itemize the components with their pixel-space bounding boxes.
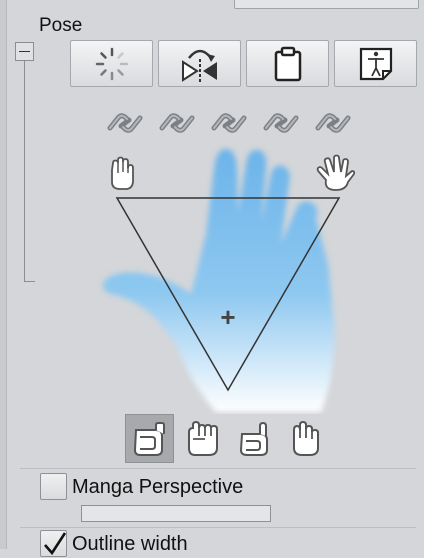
previous-section-button[interactable]	[234, 0, 419, 9]
index-link-toggle[interactable]	[156, 108, 198, 138]
manga-perspective-label: Manga Perspective	[72, 476, 244, 498]
paste-pose-icon	[274, 46, 301, 81]
hand-pose-controller[interactable]: +	[96, 144, 366, 414]
section-divider	[20, 468, 416, 469]
reset-pose-icon	[95, 47, 128, 80]
section-divider	[20, 527, 416, 528]
manga-perspective-slider[interactable]	[81, 505, 271, 522]
flip-horizontal-button[interactable]	[158, 40, 241, 87]
outline-width-checkbox[interactable]	[40, 530, 67, 557]
preset-fist-thumb-up[interactable]	[231, 414, 280, 463]
register-pose-material-icon	[359, 47, 392, 80]
fist-knuckles-icon	[187, 420, 218, 456]
hand-silhouette-graphic: +	[102, 149, 341, 412]
finger-link-row	[0, 108, 424, 138]
preset-fist-thumb-side[interactable]	[125, 414, 174, 463]
outline-width-label: Outline width	[72, 533, 188, 555]
reset-pose-button[interactable]	[70, 40, 153, 87]
preset-fist-knuckles[interactable]	[178, 414, 227, 463]
middle-link-toggle[interactable]	[208, 108, 250, 138]
pose-section-title: Pose	[39, 15, 83, 36]
chain-link-icon	[263, 113, 299, 133]
hand-preset-row	[0, 414, 424, 464]
manga-perspective-checkbox[interactable]	[40, 473, 67, 500]
flip-horizontal-icon	[181, 49, 217, 83]
register-pose-material-button[interactable]	[334, 40, 417, 87]
fist-thumb-up-icon	[239, 421, 268, 456]
collapse-toggle[interactable]	[15, 42, 34, 61]
chain-link-icon	[211, 113, 247, 133]
triangle-center-marker: +	[220, 302, 235, 332]
tree-guide-tick	[24, 281, 35, 282]
chain-link-icon	[107, 113, 143, 133]
chain-link-icon	[315, 113, 351, 133]
fist-back-icon	[292, 420, 319, 456]
ring-link-toggle[interactable]	[260, 108, 302, 138]
paste-pose-button[interactable]	[246, 40, 329, 87]
left-panel-edge	[0, 0, 7, 549]
pinky-link-toggle[interactable]	[312, 108, 354, 138]
chain-link-icon	[159, 113, 195, 133]
preset-fist-back[interactable]	[283, 414, 332, 463]
checkmark-icon	[44, 532, 67, 556]
tree-guide-line	[24, 61, 25, 282]
fist-thumb-side-icon	[133, 421, 165, 456]
thumb-link-toggle[interactable]	[104, 108, 146, 138]
